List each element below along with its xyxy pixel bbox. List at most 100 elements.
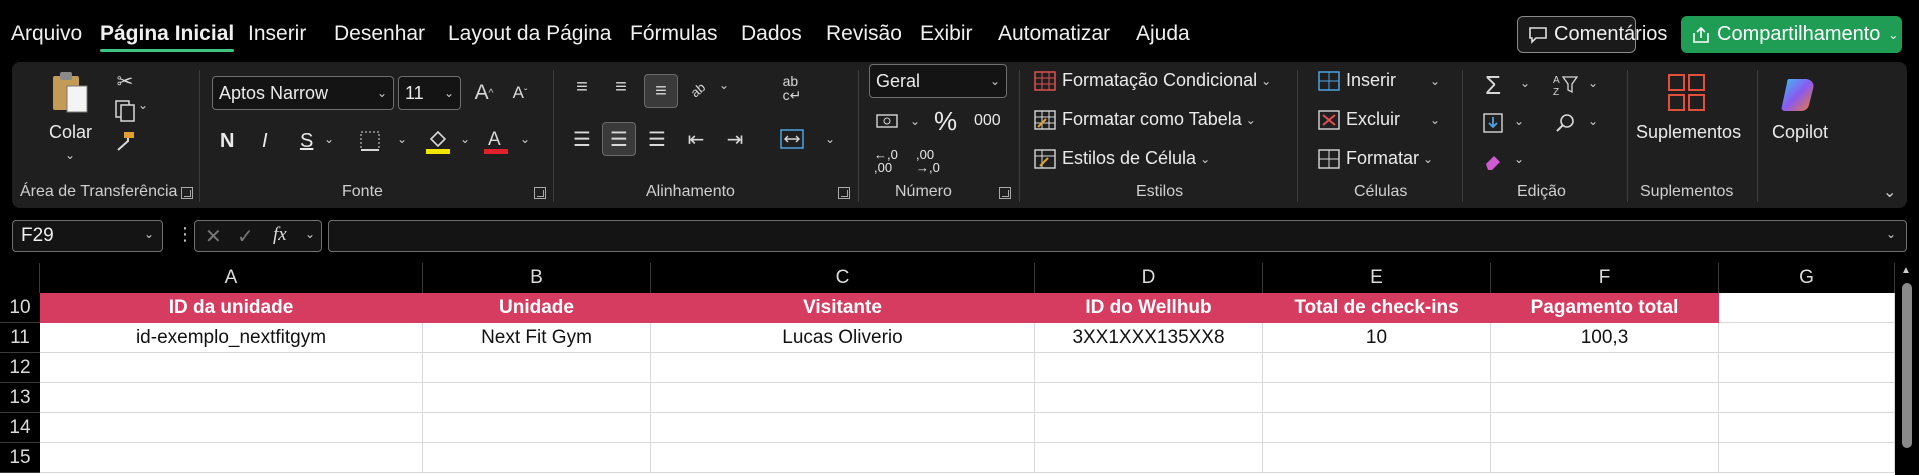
cell-g11[interactable] (1719, 323, 1895, 353)
cell-b15[interactable] (423, 443, 651, 473)
comments-button[interactable]: Comentários (1517, 16, 1667, 53)
bold-button[interactable]: N (220, 130, 234, 153)
paste-label[interactable]: Colar (49, 122, 92, 143)
row-header-14[interactable]: 14 (0, 413, 40, 443)
find-chevron-icon[interactable]: ⌄ (1588, 114, 1598, 128)
cell-a10[interactable]: ID da unidade (40, 293, 423, 323)
percent-button[interactable]: % (934, 106, 957, 137)
enter-icon[interactable]: ✓ (237, 224, 254, 249)
align-center-icon[interactable]: ☰ (602, 122, 636, 156)
scroll-up-icon[interactable]: ▲ (1901, 265, 1911, 276)
thousands-button[interactable]: 000 (974, 112, 1001, 130)
menu-inserir[interactable]: Inserir (248, 22, 306, 46)
column-header-b[interactable]: B (423, 263, 651, 293)
insert-function-button[interactable]: fx (273, 224, 287, 246)
cell-d10[interactable]: ID do Wellhub (1035, 293, 1263, 323)
format-painter-icon[interactable] (112, 128, 138, 154)
cell-c11[interactable]: Lucas Oliverio (651, 323, 1035, 353)
cell-g13[interactable] (1719, 383, 1895, 413)
insert-cells-button[interactable]: Inserir ⌄ (1318, 70, 1440, 91)
cell-e10[interactable]: Total de check-ins (1263, 293, 1491, 323)
cut-icon[interactable]: ✂ (114, 68, 136, 94)
cell-f14[interactable] (1491, 413, 1719, 443)
menu-automatizar[interactable]: Automatizar (998, 22, 1110, 46)
cell-e14[interactable] (1263, 413, 1491, 443)
number-launcher-icon[interactable] (999, 187, 1011, 199)
border-chevron-icon[interactable]: ⌄ (397, 132, 407, 146)
align-top-icon[interactable]: ≡ (569, 74, 595, 100)
underline-chevron-icon[interactable]: ⌄ (324, 132, 334, 146)
fill-chevron-icon[interactable]: ⌄ (1514, 114, 1524, 128)
cell-d11[interactable]: 3XX1XXX135XX8 (1035, 323, 1263, 353)
fill-down-icon[interactable] (1480, 110, 1506, 136)
increase-indent-icon[interactable]: ⇥ (722, 126, 748, 152)
menu-ajuda[interactable]: Ajuda (1136, 22, 1190, 46)
column-header-a[interactable]: A (40, 263, 423, 293)
row-header-10[interactable]: 10 (0, 293, 40, 323)
format-as-table-button[interactable]: Formatar como Tabela ⌄ (1034, 109, 1256, 130)
vertical-scrollbar[interactable]: ▲ (1895, 263, 1919, 475)
number-format-select[interactable]: Geral ⌄ (869, 64, 1007, 98)
copilot-icon[interactable] (1780, 72, 1822, 114)
formula-input[interactable]: ⌄ (328, 220, 1907, 252)
orientation-chevron-icon[interactable]: ⌄ (719, 78, 729, 92)
font-name-select[interactable]: Aptos Narrow ⌄ (212, 76, 394, 110)
cell-g15[interactable] (1719, 443, 1895, 473)
menu-arquivo[interactable]: Arquivo (11, 22, 82, 46)
align-middle-icon[interactable]: ≡ (608, 74, 634, 100)
italic-button[interactable]: I (262, 130, 268, 153)
menu-pagina-inicial[interactable]: Página Inicial (100, 22, 235, 52)
sort-filter-chevron-icon[interactable]: ⌄ (1588, 76, 1598, 90)
paste-chevron-icon[interactable]: ⌄ (65, 148, 75, 162)
conditional-formatting-button[interactable]: Formatação Condicional ⌄ (1034, 70, 1271, 91)
cell-e12[interactable] (1263, 353, 1491, 383)
cell-a15[interactable] (40, 443, 423, 473)
currency-icon[interactable] (874, 108, 902, 134)
menu-exibir[interactable]: Exibir (920, 22, 973, 46)
vertical-scroll-thumb[interactable] (1902, 283, 1912, 448)
name-box[interactable]: F29 ⌄ (12, 220, 163, 252)
select-all-corner[interactable] (0, 263, 40, 293)
cell-b11[interactable]: Next Fit Gym (423, 323, 651, 353)
clipboard-launcher-icon[interactable] (181, 187, 193, 199)
cell-d13[interactable] (1035, 383, 1263, 413)
cell-a12[interactable] (40, 353, 423, 383)
clear-chevron-icon[interactable]: ⌄ (1514, 152, 1524, 166)
copy-chevron-icon[interactable]: ⌄ (138, 98, 148, 112)
row-header-13[interactable]: 13 (0, 383, 40, 413)
cell-e13[interactable] (1263, 383, 1491, 413)
increase-font-icon[interactable]: A ^ (470, 76, 498, 110)
more-options-icon[interactable]: ⋮ (176, 224, 194, 245)
orientation-icon[interactable]: ab (686, 74, 712, 100)
cell-b10[interactable]: Unidade (423, 293, 651, 323)
cell-c15[interactable] (651, 443, 1035, 473)
cell-d12[interactable] (1035, 353, 1263, 383)
cell-a14[interactable] (40, 413, 423, 443)
cell-f12[interactable] (1491, 353, 1719, 383)
sort-filter-icon[interactable]: AZ (1552, 70, 1580, 100)
chevron-down-icon[interactable]: ⌄ (305, 227, 315, 241)
expand-formula-chevron-icon[interactable]: ⌄ (1886, 227, 1896, 241)
font-color-chevron-icon[interactable]: ⌄ (520, 132, 530, 146)
autosum-icon[interactable]: Σ (1480, 70, 1506, 100)
menu-formulas[interactable]: Fórmulas (630, 22, 718, 46)
currency-chevron-icon[interactable]: ⌄ (910, 114, 920, 128)
cancel-icon[interactable]: ✕ (205, 224, 222, 249)
cell-f13[interactable] (1491, 383, 1719, 413)
cell-f10[interactable]: Pagamento total (1491, 293, 1719, 323)
fill-color-icon[interactable] (424, 126, 452, 156)
cell-d14[interactable] (1035, 413, 1263, 443)
row-header-11[interactable]: 11 (0, 323, 40, 353)
cell-c12[interactable] (651, 353, 1035, 383)
fill-color-chevron-icon[interactable]: ⌄ (460, 132, 470, 146)
border-icon[interactable] (357, 128, 383, 154)
cell-f15[interactable] (1491, 443, 1719, 473)
font-color-icon[interactable]: A (482, 126, 510, 156)
alignment-launcher-icon[interactable] (838, 187, 850, 199)
align-bottom-icon[interactable]: ≡ (644, 74, 678, 108)
align-right-icon[interactable]: ☰ (644, 126, 670, 152)
merge-center-icon[interactable] (778, 126, 806, 152)
cell-c13[interactable] (651, 383, 1035, 413)
addins-label[interactable]: Suplementos (1636, 122, 1741, 143)
copilot-label[interactable]: Copilot (1772, 122, 1828, 143)
